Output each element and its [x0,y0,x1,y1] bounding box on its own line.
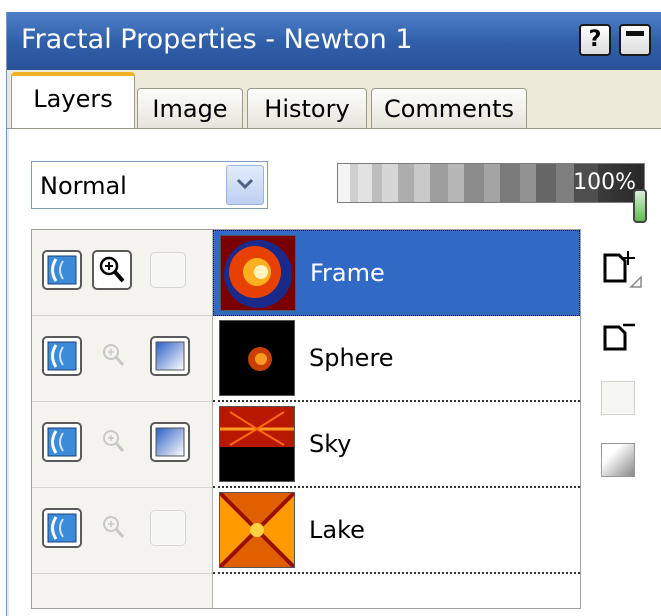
layer-row-frame[interactable]: Frame [32,230,580,316]
magnifier-icon[interactable] [98,512,132,546]
fractal-properties-window: Fractal Properties - Newton 1 ? Layers I… [6,12,661,616]
layer-controls [32,402,212,488]
layer-zoom-button[interactable] [92,250,132,290]
merge-layer-icon[interactable] [601,443,635,477]
layer-controls [32,316,212,402]
layer-thumbnail-sphere [219,320,295,396]
layers-panel: Normal 100% Frame Sphere Sky Lake [9,129,661,616]
layer-visible-icon [47,427,77,457]
delete-layer-icon[interactable] [601,319,641,353]
layer-name[interactable]: Sphere [309,344,394,372]
layer-mask-button[interactable] [150,252,186,288]
help-button[interactable]: ? [579,24,611,56]
layer-thumbnail-sky [219,406,295,482]
blend-mode-dropdown[interactable]: Normal [31,161,268,209]
opacity-value: 100% [573,170,636,195]
chevron-down-icon [236,178,254,190]
window-title: Fractal Properties - Newton 1 [21,24,413,55]
magnifier-icon [99,256,125,283]
layer-mask-button[interactable] [150,336,190,376]
restore-button[interactable] [619,24,651,56]
mask-gradient-icon [155,341,185,371]
layer-visibility-button[interactable] [42,336,82,376]
magnifier-icon[interactable] [98,426,132,460]
layer-list: Frame Sphere Sky Lake [31,229,581,609]
layer-visibility-button[interactable] [42,250,82,290]
tab-comments[interactable]: Comments [371,88,527,128]
layer-mask-button[interactable] [150,510,186,546]
layer-thumbnail-lake [219,492,295,568]
layer-info: Sphere [213,316,580,402]
layer-controls [32,488,212,574]
layer-visible-icon [47,513,77,543]
tab-image[interactable]: Image [137,88,243,128]
opacity-slider[interactable]: 100% [337,163,645,203]
layer-mask-button[interactable] [150,422,190,462]
layer-visible-icon [47,341,77,371]
blend-mode-value: Normal [40,172,127,200]
layer-row-lake[interactable]: Lake [32,488,580,574]
tab-layers[interactable]: Layers [11,72,135,130]
layer-visible-icon [47,255,77,285]
layer-name[interactable]: Frame [310,259,385,287]
layer-row-sky[interactable]: Sky [32,402,580,488]
new-layer-icon[interactable] [601,247,645,295]
layer-info: Frame [213,230,580,316]
layer-info: Sky [213,402,580,488]
mask-gradient-icon [155,427,185,457]
layer-thumbnail-frame [220,235,296,311]
layer-info: Lake [213,488,580,574]
layer-visibility-button[interactable] [42,508,82,548]
layer-name[interactable]: Lake [309,516,365,544]
help-icon: ? [588,27,602,52]
dropdown-arrow-button[interactable] [226,165,264,205]
title-bar[interactable]: Fractal Properties - Newton 1 ? [7,12,661,70]
layer-name[interactable]: Sky [309,430,351,458]
tab-history[interactable]: History [247,88,367,128]
magnifier-icon[interactable] [98,340,132,374]
restore-icon [626,31,644,36]
opacity-slider-handle[interactable] [633,189,647,223]
tab-strip: Layers Image History Comments [7,70,661,130]
layer-visibility-button[interactable] [42,422,82,462]
layer-row-sphere[interactable]: Sphere [32,316,580,402]
layer-properties-icon[interactable] [601,381,635,415]
layer-controls [32,230,212,316]
